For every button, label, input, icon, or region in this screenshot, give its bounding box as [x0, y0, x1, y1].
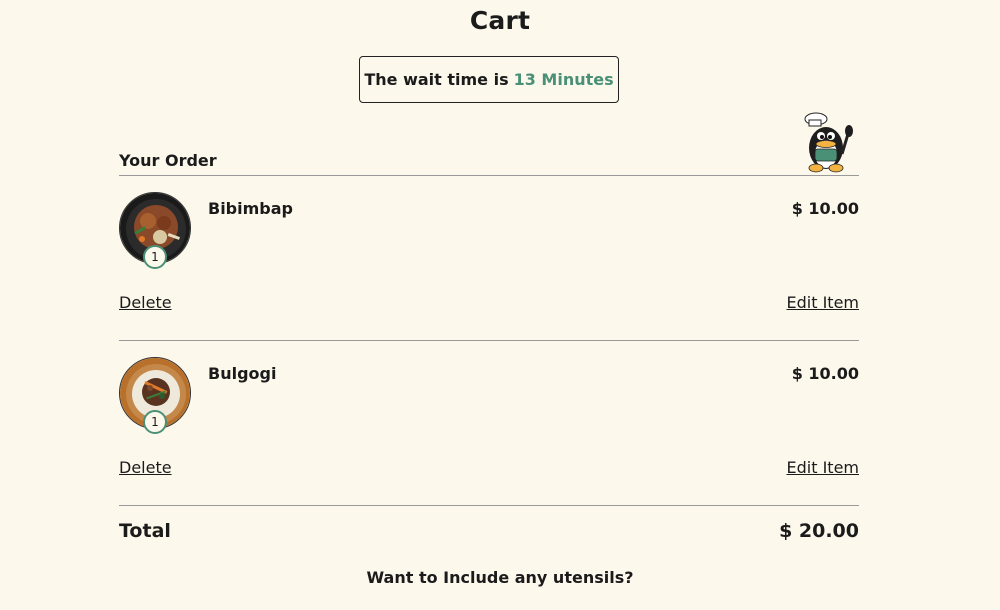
- quantity-badge: 1: [143, 410, 167, 434]
- utensils-prompt: Want to Include any utensils?: [366, 568, 634, 587]
- edit-item-button[interactable]: Edit Item: [787, 293, 860, 312]
- wait-time-box: The wait time is 13 Minutes: [359, 56, 619, 103]
- divider: [119, 505, 859, 506]
- divider: [119, 340, 859, 341]
- item-name: Bulgogi: [208, 364, 277, 383]
- wait-time-prefix: The wait time is: [364, 70, 509, 89]
- cart-page: Cart The wait time is 13 Minutes Your Or…: [0, 0, 1000, 610]
- item-price: $ 10.00: [791, 199, 859, 218]
- page-title: Cart: [469, 6, 531, 35]
- your-order-heading: Your Order: [119, 151, 217, 170]
- divider: [119, 175, 859, 176]
- item-name: Bibimbap: [208, 199, 293, 218]
- item-price: $ 10.00: [791, 364, 859, 383]
- penguin-chef-icon: [798, 110, 860, 174]
- wait-time-value: 13 Minutes: [513, 70, 614, 89]
- edit-item-button[interactable]: Edit Item: [787, 458, 860, 477]
- delete-item-button[interactable]: Delete: [119, 293, 172, 312]
- total-value: $ 20.00: [779, 520, 859, 542]
- delete-item-button[interactable]: Delete: [119, 458, 172, 477]
- quantity-badge: 1: [143, 245, 167, 269]
- total-label: Total: [119, 520, 171, 542]
